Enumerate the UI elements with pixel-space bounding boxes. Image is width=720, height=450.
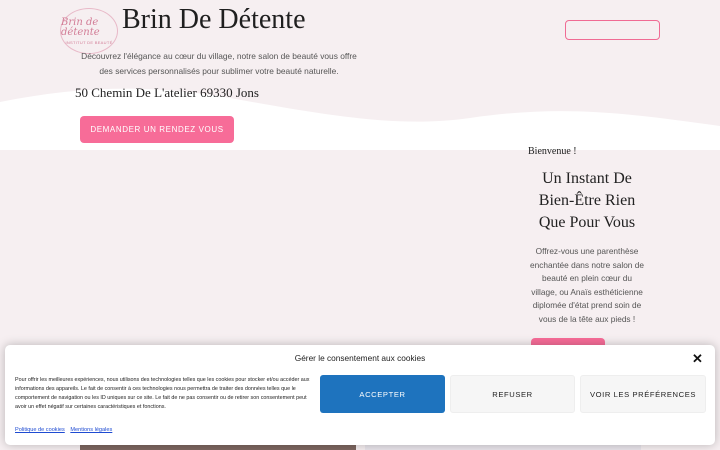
cookie-policy-link[interactable]: Politique de cookies: [15, 427, 65, 433]
cookie-consent-banner: Gérer le consentement aux cookies ✕ Pour…: [5, 345, 715, 445]
cookie-banner-text: Pour offrir les meilleures expériences, …: [15, 377, 310, 410]
welcome-column: Bienvenue ! Un Instant De Bien-Être Rien…: [528, 146, 646, 326]
site-title[interactable]: Brin De Détente: [122, 4, 306, 36]
accept-cookies-button[interactable]: ACCEPTER: [320, 375, 445, 413]
welcome-body: Offrez-vous une parenthèse enchantée dan…: [530, 246, 644, 324]
hero-description: Découvrez l'élégance au cœur du village,…: [81, 51, 357, 76]
request-appointment-button[interactable]: DEMANDER UN RENDEZ VOUS: [80, 116, 234, 143]
logo-text: Brin de détente: [61, 16, 100, 38]
view-preferences-button[interactable]: VOIR LES PRÉFÉRENCES: [580, 375, 706, 413]
cookie-links: Politique de cookies Mentions légales: [15, 427, 116, 433]
welcome-eyebrow: Bienvenue !: [528, 146, 577, 157]
cookie-banner-title: Gérer le consentement aux cookies: [294, 353, 426, 363]
hero-section: Brin de détente INSTITUT DE BEAUTÉ Brin …: [0, 0, 720, 150]
logo-subtext: INSTITUT DE BEAUTÉ: [65, 39, 113, 45]
hero-address: 50 Chemin De L'atelier 69330 Jons: [75, 85, 259, 100]
refuse-cookies-button[interactable]: REFUSER: [450, 375, 575, 413]
close-icon[interactable]: ✕: [692, 351, 703, 367]
header-outline-button[interactable]: [565, 20, 660, 40]
welcome-headline: Un Instant De Bien-Être Rien Que Pour Vo…: [538, 170, 636, 231]
legal-notice-link[interactable]: Mentions légales: [70, 427, 112, 433]
logo[interactable]: Brin de détente INSTITUT DE BEAUTÉ: [60, 8, 118, 54]
